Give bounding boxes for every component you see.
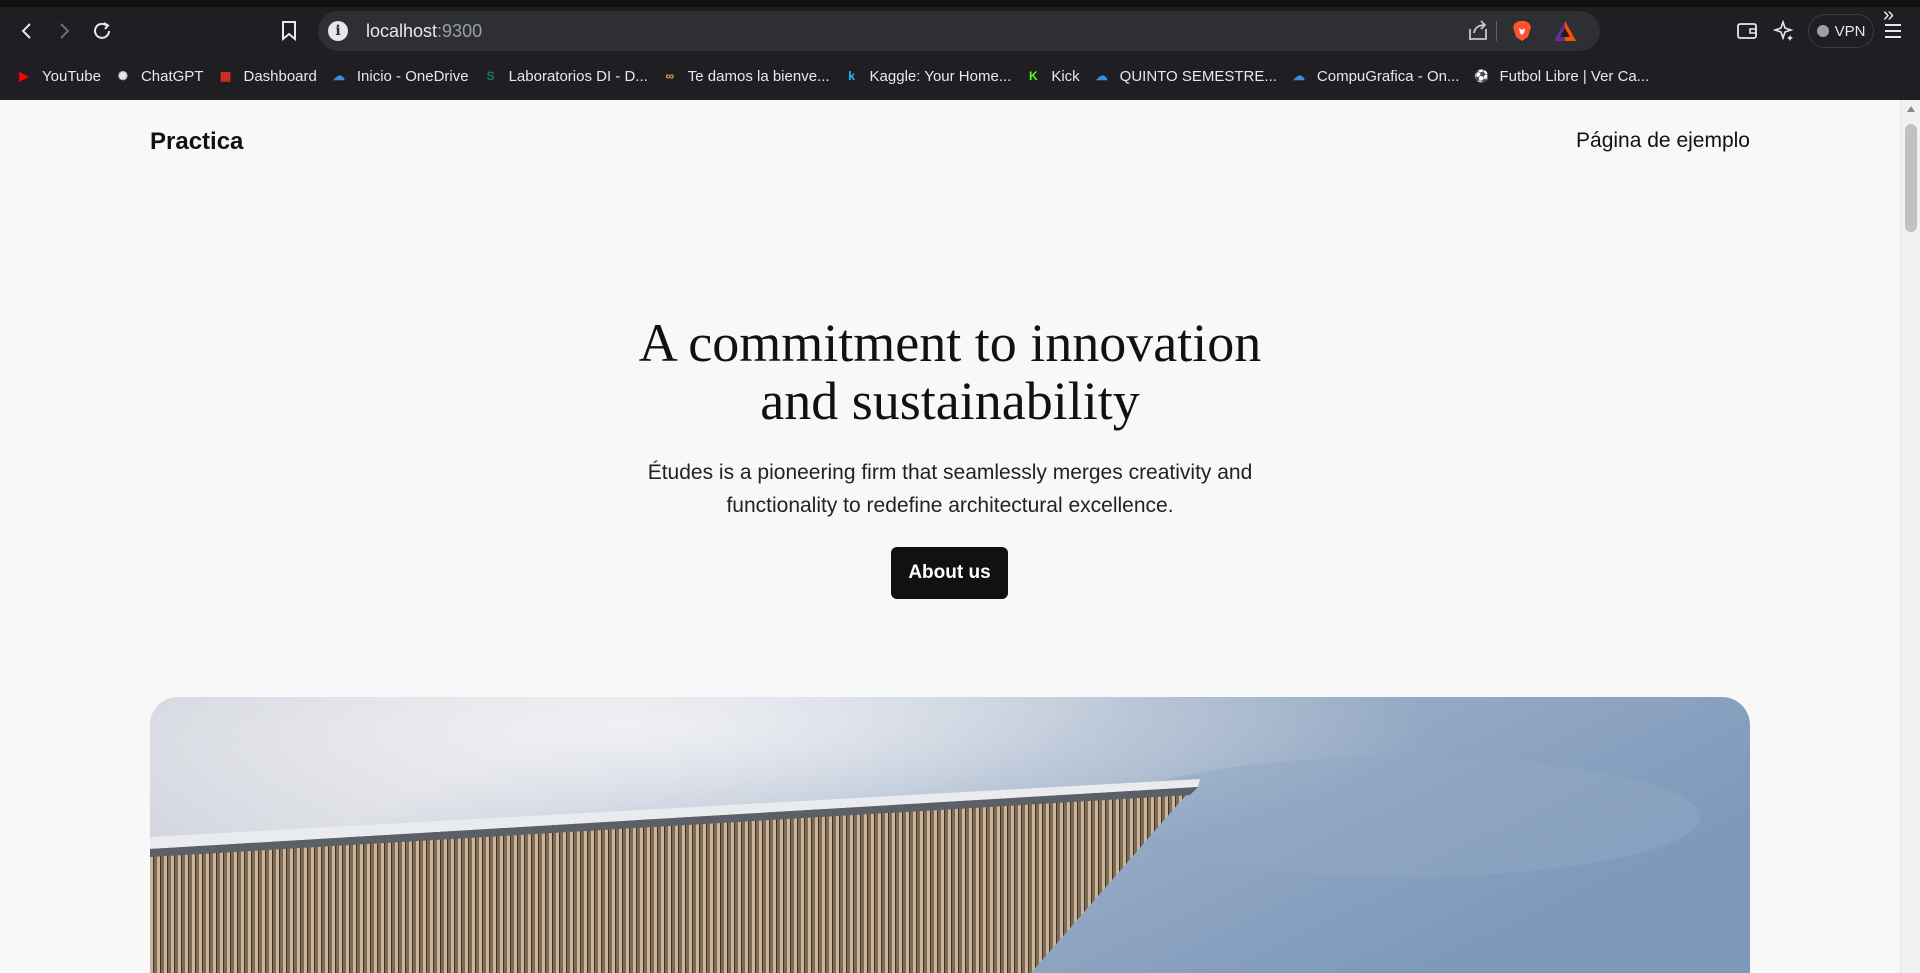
browser-toolbar: i localhost:9300 VPN [0,8,1920,54]
youtube-icon: ▶ [19,69,29,83]
hero-subtitle-line-2: functionality to redefine architectural … [726,494,1174,517]
bookmark-label: Kaggle: Your Home... [869,67,1012,85]
bookmark-item[interactable]: k Kaggle: Your Home... [840,62,1020,90]
address-bar-separator [1496,21,1497,41]
wallet-button[interactable] [1730,14,1764,48]
hero-heading-line-1: A commitment to innovation [638,313,1262,373]
address-bar[interactable]: i localhost:9300 [318,11,1600,51]
bookmark-item[interactable]: ▦ Dashboard [213,62,324,90]
bookmark-item[interactable]: ∞ Te damos la bienve... [658,62,838,90]
soccer-ball-icon: ⚽ [1473,69,1489,83]
kick-icon: K [1028,69,1038,83]
building-canopy-illustration [150,697,1750,973]
nav-link-example-page[interactable]: Página de ejemplo [1576,129,1750,153]
bookmark-item[interactable]: ☁ CompuGrafica - On... [1287,62,1468,90]
site-info-icon[interactable]: i [328,21,348,41]
vpn-label: VPN [1834,22,1866,40]
page-viewport: Practica Página de ejemplo A commitment … [0,100,1920,973]
bookmark-label: Dashboard [243,67,317,85]
leo-ai-button[interactable] [1767,14,1801,48]
tab-strip-edge [0,0,1920,7]
reload-button[interactable] [85,14,119,48]
bookmark-item[interactable]: ⚽ Futbol Libre | Ver Ca... [1469,62,1657,90]
brave-shields-icon[interactable] [1510,19,1534,43]
bookmark-item[interactable]: S Laboratorios DI - D... [479,62,656,90]
vpn-button[interactable]: VPN [1808,14,1874,48]
bookmark-label: YouTube [42,67,101,85]
sparkle-icon [1773,20,1794,41]
onedrive-icon: ☁ [332,69,345,83]
back-button[interactable] [10,14,44,48]
bookmark-item[interactable]: ☁ QUINTO SEMESTRE... [1090,62,1285,90]
site-title[interactable]: Practica [150,128,243,156]
bookmark-label: Laboratorios DI - D... [508,67,648,85]
about-us-button[interactable]: About us [891,547,1008,599]
bookmark-item[interactable]: ✺ ChatGPT [111,62,212,90]
bookmark-label: Kick [1051,67,1080,85]
bookmark-label: CompuGrafica - On... [1316,67,1460,85]
browser-chrome: i localhost:9300 VPN ▶ YouTube ✺ ChatGPT ▦ Da… [0,0,1920,100]
bookmark-label: ChatGPT [140,67,204,85]
bookmark-label: Inicio - OneDrive [356,67,469,85]
wallet-icon [1737,23,1757,39]
scrollbar-thumb[interactable] [1905,124,1917,232]
bookmark-item[interactable]: ▶ YouTube [12,62,109,90]
url-text[interactable]: localhost:9300 [366,11,482,51]
back-arrow-icon [21,23,31,39]
brave-rewards-icon[interactable] [1552,19,1578,43]
vpn-status-icon [1816,25,1829,37]
onedrive-icon: ☁ [1095,69,1108,83]
bookmark-item[interactable]: ☁ Inicio - OneDrive [327,62,477,90]
hero-heading: A commitment to innovation and sustainab… [560,314,1340,430]
scroll-up-arrow-icon[interactable] [1907,106,1915,112]
hero-architecture-image [150,697,1750,973]
bookmark-label: QUINTO SEMESTRE... [1119,67,1277,85]
hero-heading-line-2: and sustainability [760,371,1140,431]
vertical-scrollbar[interactable] [1900,100,1920,973]
bookmark-label: Futbol Libre | Ver Ca... [1499,67,1650,85]
bookmark-icon [282,21,296,42]
hero-subtitle-line-1: Études is a pioneering firm that seamles… [647,461,1253,484]
forward-button[interactable] [47,14,81,48]
hero-subtitle: Études is a pioneering firm that seamles… [600,456,1300,522]
url-host: localhost [366,21,438,41]
reload-icon [94,22,110,39]
bookmarks-bar: ▶ YouTube ✺ ChatGPT ▦ Dashboard ☁ Inicio - OneD… [0,58,1920,94]
share-icon[interactable] [1466,19,1490,43]
bookmark-label: Te damos la bienve... [687,67,830,85]
forward-arrow-icon [60,23,70,39]
kaggle-icon: k [848,69,855,83]
more-bookmarks-icon[interactable]: » [1883,4,1894,27]
chatgpt-icon: ✺ [117,69,128,83]
infinity-icon: ∞ [665,69,675,83]
onedrive-icon: ☁ [1292,69,1305,83]
bookmark-page-button[interactable] [272,14,306,48]
dashboard-icon: ▦ [219,69,232,83]
sharepoint-icon: S [486,69,495,83]
bookmark-item[interactable]: K Kick [1021,62,1087,90]
url-port: :9300 [437,21,483,41]
